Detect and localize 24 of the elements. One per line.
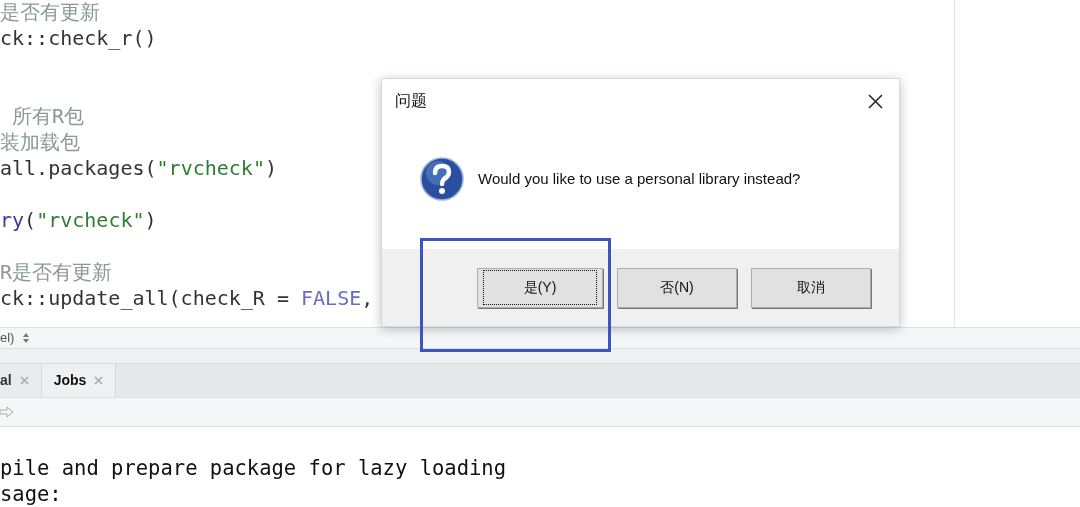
code-line: ry("rvcheck"): [0, 207, 157, 233]
pane-splitter[interactable]: [0, 349, 1080, 364]
up-down-icon[interactable]: [22, 332, 31, 345]
dialog-message: Would you like to use a personal library instead?: [478, 168, 801, 189]
code-line: 所有R包: [11, 103, 85, 129]
question-icon: [420, 157, 464, 201]
pane-tab[interactable]: al: [0, 364, 42, 398]
close-icon[interactable]: [868, 93, 883, 109]
code-line: R是否有更新: [0, 259, 113, 285]
dialog-button[interactable]: 取消: [751, 267, 871, 308]
tab-label: al: [0, 371, 12, 391]
code-line: ck::update_all(check_R = FALSE,: [0, 285, 374, 311]
pane-tab[interactable]: Jobs: [41, 364, 117, 398]
dialog-button[interactable]: 否(N): [617, 267, 737, 308]
dialog-title: 问题: [395, 91, 427, 111]
tab-label: Jobs: [53, 371, 87, 391]
code-line: 是否有更新: [0, 0, 100, 25]
code-line: ck::check_r(): [0, 25, 157, 51]
code-line: 装加载包: [0, 129, 80, 155]
scope-label: el): [0, 329, 15, 348]
console-line: pile and prepare package for lazy loading: [0, 455, 508, 481]
code-line: all.packages("rvcheck"): [0, 155, 277, 181]
dialog-button[interactable]: 是(Y): [477, 267, 603, 308]
console-line: sage:: [0, 481, 63, 507]
